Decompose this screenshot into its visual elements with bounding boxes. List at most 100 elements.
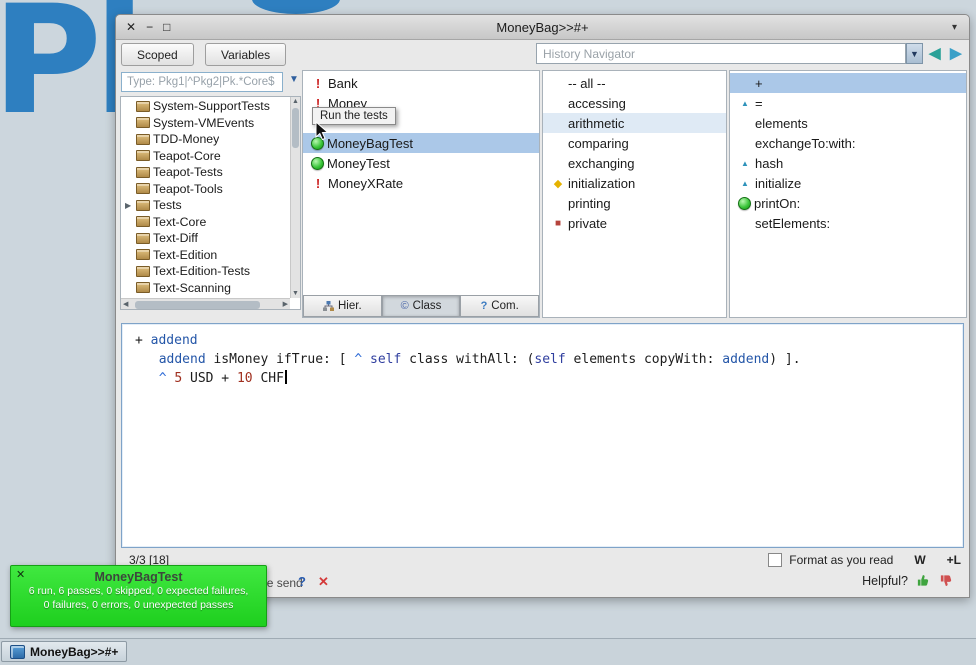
protocol-list-item[interactable]: ■ private	[543, 213, 726, 233]
helpful-label: Helpful?	[862, 574, 908, 588]
hierarchy-view-button[interactable]: Hier.	[303, 295, 382, 317]
method-list-item[interactable]: exchangeTo:with:	[730, 133, 966, 153]
method-list-item[interactable]: setElements:	[730, 213, 966, 233]
scroll-up-icon[interactable]: ▲	[292, 98, 299, 105]
package-filter-dropdown-icon[interactable]: ▼	[287, 74, 301, 85]
package-list-item[interactable]: System-VMEvents	[121, 115, 290, 132]
package-filter-input[interactable]	[121, 72, 283, 92]
package-list-item[interactable]: Text-Edition	[121, 247, 290, 264]
dismiss-icon[interactable]: ✕	[318, 574, 329, 590]
thumbs-down-icon[interactable]	[939, 573, 954, 588]
protocol-name: private	[568, 216, 607, 231]
variables-button[interactable]: Variables	[205, 43, 286, 66]
package-list-item[interactable]: Text-Edition-Tests	[121, 263, 290, 280]
method-name: printOn:	[754, 196, 800, 211]
class-list-item[interactable]: MoneyTest	[303, 153, 539, 173]
package-name: Text-Scanning	[153, 281, 231, 295]
package-icon	[136, 134, 150, 145]
code-editor[interactable]: + addendaddend isMoney ifTrue: [ ^ self …	[121, 323, 964, 548]
package-name: Teapot-Tests	[153, 165, 223, 179]
scroll-left-icon[interactable]: ◀	[123, 301, 128, 308]
class-list-item[interactable]: ! MoneyXRate	[303, 173, 539, 193]
protocol-list-item[interactable]: ◆ initialization	[543, 173, 726, 193]
vertical-scrollbar[interactable]: ▲ ▼	[290, 97, 300, 298]
code-line[interactable]: addend isMoney ifTrue: [ ^ self class wi…	[135, 350, 963, 369]
protocol-list-item[interactable]: exchanging	[543, 153, 726, 173]
package-list-item[interactable]: ▶ Tests	[121, 197, 290, 214]
package-icon	[136, 282, 150, 293]
class-view-button[interactable]: © Class	[382, 295, 461, 317]
horizontal-scrollbar[interactable]: ◀ ▶	[121, 298, 290, 309]
package-icon	[136, 117, 150, 128]
protocol-name: printing	[568, 196, 611, 211]
package-name: Tests	[153, 198, 182, 212]
add-lint-button[interactable]: +L	[947, 553, 961, 567]
method-list-item[interactable]: printOn:	[730, 193, 966, 213]
format-label: Format as you read	[789, 553, 893, 567]
code-line[interactable]: ^ 5 USD + 10 CHF	[135, 369, 963, 388]
history-back-icon[interactable]: ◀	[929, 44, 941, 62]
protocol-name: exchanging	[568, 156, 635, 171]
scroll-down-icon[interactable]: ▼	[292, 290, 299, 297]
method-list-item[interactable]: ▲ hash	[730, 153, 966, 173]
package-list-item[interactable]: System-SupportTests	[121, 98, 290, 115]
scroll-right-icon[interactable]: ▶	[283, 301, 288, 308]
protocol-list: -- all -- accessing arithmetic comparing…	[543, 71, 726, 317]
protocol-list-pane: -- all -- accessing arithmetic comparing…	[542, 70, 727, 318]
method-list: + ▲ = elements exchangeTo:with: ▲ hash	[730, 71, 966, 317]
method-list-item[interactable]: ▲ initialize	[730, 173, 966, 193]
package-list-item[interactable]: Teapot-Tests	[121, 164, 290, 181]
thumbs-up-icon[interactable]	[916, 573, 931, 588]
help-icon[interactable]: ?	[298, 574, 306, 589]
class-list-item[interactable]: ! Bank	[303, 73, 539, 93]
class-list-item[interactable]: MoneyBagTest	[303, 133, 539, 153]
comment-icon: ?	[481, 300, 488, 312]
scoped-button[interactable]: Scoped	[121, 43, 194, 66]
taskbar-item[interactable]: MoneyBag>>#+	[1, 641, 127, 662]
method-name: setElements:	[755, 216, 830, 231]
override-icon: ▲	[738, 99, 752, 108]
package-list-item[interactable]: Text-Diff	[121, 230, 290, 247]
method-list-item[interactable]: elements	[730, 113, 966, 133]
method-list-item[interactable]: +	[730, 73, 966, 93]
test-result-notification[interactable]: ✕ MoneyBagTest 6 run, 6 passes, 0 skippe…	[10, 565, 267, 627]
window-title: MoneyBag>>#+	[116, 20, 969, 35]
notification-close-icon[interactable]: ✕	[16, 568, 25, 581]
notification-line2: 0 failures, 0 errors, 0 unexpected passe…	[11, 598, 266, 612]
protocol-list-item[interactable]: arithmetic	[543, 113, 726, 133]
method-list-pane: + ▲ = elements exchangeTo:with: ▲ hash	[729, 70, 967, 318]
window-menu-icon[interactable]: ▾	[952, 22, 957, 33]
scrollbar-thumb[interactable]	[135, 301, 260, 309]
method-list-item[interactable]: ▲ =	[730, 93, 966, 113]
package-list-item[interactable]: Text-Scanning	[121, 280, 290, 297]
expander-icon[interactable]: ▶	[125, 201, 136, 210]
text-caret	[285, 370, 287, 384]
title-bar[interactable]: ✕ − □ MoneyBag>>#+ ▾	[116, 15, 969, 40]
run-tests-icon[interactable]	[311, 157, 324, 170]
protocol-list-item[interactable]: comparing	[543, 133, 726, 153]
package-icon	[136, 233, 150, 244]
history-navigator-input[interactable]	[536, 43, 906, 64]
scrollbar-thumb[interactable]	[292, 108, 299, 148]
package-list-item[interactable]: Teapot-Core	[121, 148, 290, 165]
wrap-button[interactable]: W	[914, 553, 925, 567]
class-list: ! Bank ! Money MoneyBagTest MoneyTest ! …	[303, 71, 539, 295]
comment-view-button[interactable]: ? Com.	[460, 295, 539, 317]
protocol-list-item[interactable]: -- all --	[543, 73, 726, 93]
browser-window: ✕ − □ MoneyBag>>#+ ▾ Scoped Variables ▼ …	[115, 14, 970, 598]
history-dropdown-icon[interactable]: ▼	[906, 43, 923, 64]
format-checkbox[interactable]	[768, 553, 782, 567]
package-list-item[interactable]: Text-Core	[121, 214, 290, 231]
method-name: hash	[755, 156, 783, 171]
code-line[interactable]: + addend	[135, 331, 963, 350]
package-name: Text-Edition	[153, 248, 217, 262]
protocol-list-item[interactable]: accessing	[543, 93, 726, 113]
package-name: TDD-Money	[153, 132, 219, 146]
method-name: +	[755, 76, 763, 91]
view-switch-bar: Hier. © Class ? Com.	[303, 295, 539, 317]
package-icon	[136, 167, 150, 178]
package-list-item[interactable]: Teapot-Tools	[121, 181, 290, 198]
package-list-item[interactable]: TDD-Money	[121, 131, 290, 148]
history-forward-icon[interactable]: ▶	[950, 44, 962, 62]
protocol-list-item[interactable]: printing	[543, 193, 726, 213]
